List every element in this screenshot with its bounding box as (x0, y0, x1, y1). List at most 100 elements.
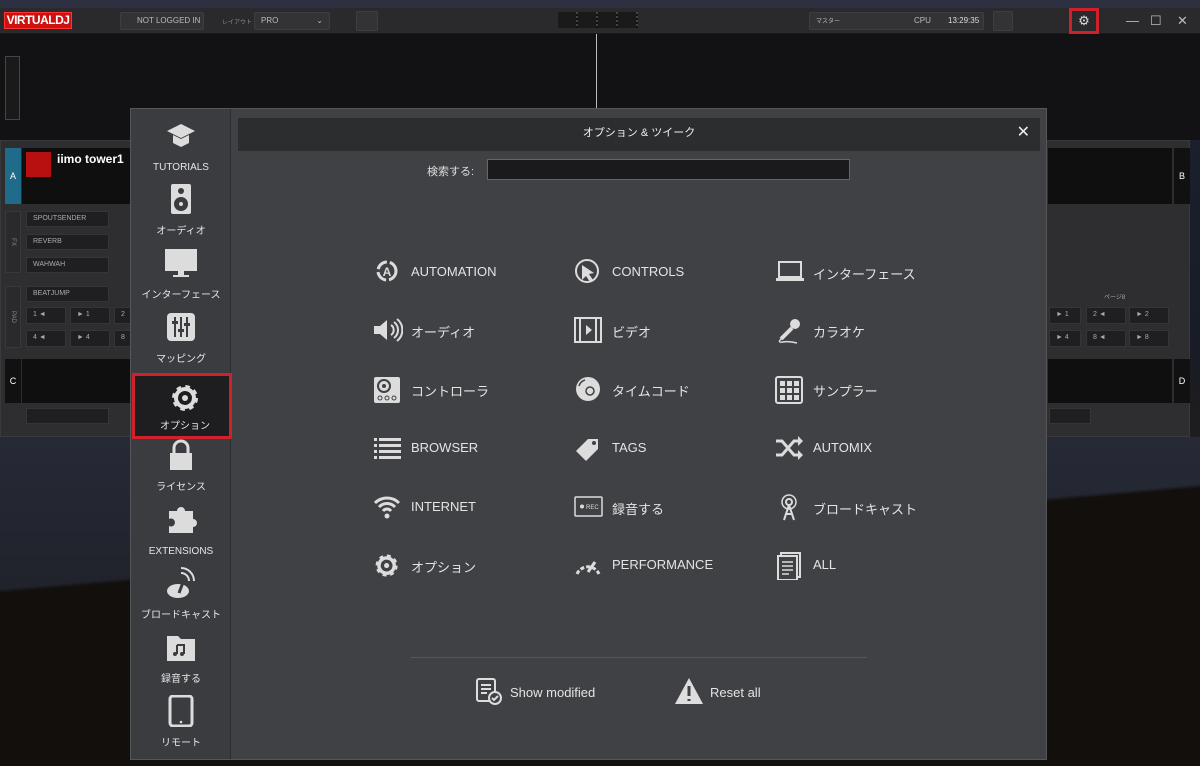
sidebar-item-gear[interactable]: オプション (132, 373, 232, 439)
tag-icon (576, 439, 598, 461)
category-rec[interactable]: REC 録音する (574, 494, 764, 518)
zoom-slider[interactable] (5, 56, 20, 120)
category-antenna[interactable]: ブロードキャスト (775, 494, 965, 521)
sidebar-item-label: マッピング (156, 354, 206, 365)
fx-select[interactable]: WAHWAH (26, 257, 109, 273)
category-label: タイムコード (612, 384, 690, 399)
pad-side-panel[interactable]: PAD (5, 286, 21, 348)
automation-icon: A (376, 260, 398, 282)
settings-button[interactable]: ⚙ (1069, 8, 1099, 34)
pad-button[interactable]: 2 ◄ (1086, 307, 1126, 324)
close-icon[interactable]: ✕ (1017, 118, 1030, 148)
pad-button[interactable]: ► 2 (1129, 307, 1169, 324)
broadcast-icon (167, 567, 195, 598)
history-button[interactable] (993, 11, 1013, 31)
category-microphone[interactable]: カラオケ (775, 317, 965, 344)
sidebar-item-graduation-cap[interactable]: TUTORIALS (131, 113, 231, 177)
login-button[interactable]: NOT LOGGED IN (120, 12, 204, 30)
divider (411, 657, 867, 658)
category-label: カラオケ (813, 325, 866, 340)
pad-button[interactable]: ► 1 (70, 307, 110, 324)
deck-b-info (1048, 148, 1172, 204)
category-documents[interactable]: ALL (775, 552, 965, 580)
maximize-button[interactable]: ☐ (1150, 13, 1162, 29)
login-label: NOT LOGGED IN (137, 16, 201, 25)
pad-button[interactable]: 1 ◄ (26, 307, 66, 324)
pad-button[interactable]: 2 (114, 307, 131, 324)
show-modified-label: Show modified (510, 685, 596, 700)
category-laptop[interactable]: インターフェース (775, 259, 965, 283)
minimize-button[interactable]: — (1126, 13, 1139, 28)
sidebar-item-speaker[interactable]: オーディオ (131, 177, 231, 241)
category-gauge[interactable]: PERFORMANCE (574, 552, 764, 576)
deck-c-select[interactable] (26, 408, 109, 424)
sidebar-item-label: ライセンス (156, 482, 206, 493)
sidebar-item-music-folder[interactable]: 録音する (131, 625, 231, 689)
pad-button[interactable]: 4 ◄ (26, 330, 66, 347)
category-label: サンプラー (813, 384, 878, 399)
category-wifi[interactable]: INTERNET (373, 494, 563, 519)
category-label: コントローラ (411, 384, 490, 399)
category-tag[interactable]: TAGS (574, 435, 764, 461)
layout-label: レイアウト (222, 20, 253, 26)
layout-value: PRO (261, 16, 279, 25)
category-label: インターフェース (813, 267, 916, 282)
search-input[interactable] (487, 159, 850, 180)
category-gear[interactable]: オプション (373, 552, 563, 577)
cube-button[interactable] (356, 11, 378, 31)
category-film[interactable]: ビデオ (574, 317, 764, 343)
category-shuffle[interactable]: AUTOMIX (775, 435, 965, 460)
pad-button[interactable]: 8 (114, 330, 131, 347)
category-label: ALL (813, 557, 837, 572)
pad-button[interactable]: ► 1 (1049, 307, 1081, 324)
category-pad-grid[interactable]: サンプラー (775, 376, 965, 404)
tablet-icon (168, 695, 194, 727)
category-turntable[interactable]: コントローラ (373, 376, 563, 403)
category-label: オーディオ (411, 325, 476, 340)
layout-select[interactable]: PRO ⌄ (254, 12, 330, 30)
list-icon (374, 438, 401, 459)
pad-button[interactable]: ► 4 (1049, 330, 1081, 347)
pad-button[interactable]: ► 8 (1129, 330, 1169, 347)
sidebar-item-lock[interactable]: ライセンス (131, 433, 231, 497)
chevron-down-icon: ⌄ (316, 16, 323, 25)
fx-select[interactable]: REVERB (26, 234, 109, 250)
sidebar-item-label: インターフェース (141, 290, 221, 301)
category-label: PERFORMANCE (612, 557, 714, 572)
sidebar-item-monitor[interactable]: インターフェース (131, 241, 231, 305)
fx-side-panel[interactable]: FX (5, 211, 21, 273)
reset-all-button[interactable]: Reset all (674, 677, 761, 707)
layout-switcher[interactable] (558, 12, 638, 28)
category-disc[interactable]: タイムコード (574, 376, 764, 401)
deck-b-label[interactable]: B (1174, 148, 1190, 204)
master-label: マスター (816, 19, 841, 25)
film-icon (574, 317, 602, 343)
sidebar-item-tablet[interactable]: リモート (131, 689, 231, 753)
category-cursor[interactable]: CONTROLS (574, 259, 764, 283)
category-list[interactable]: BROWSER (373, 435, 563, 459)
close-window-button[interactable]: ✕ (1177, 13, 1188, 29)
turntable-icon (374, 377, 400, 403)
sidebar-item-puzzle[interactable]: EXTENSIONS (131, 497, 231, 561)
dialog-title: オプション & ツイーク (582, 127, 696, 139)
show-modified-button[interactable]: Show modified (474, 677, 595, 707)
svg-text:A: A (383, 265, 392, 279)
category-label: AUTOMATION (411, 264, 497, 279)
music-folder-icon (167, 636, 195, 661)
deck-c-label[interactable]: C (5, 359, 21, 403)
top-bar: VIRTUALDJ NOT LOGGED IN レイアウト PRO ⌄ マスター C… (0, 8, 1200, 34)
category-volume[interactable]: オーディオ (373, 317, 563, 342)
category-automation[interactable]: A AUTOMATION (373, 259, 563, 283)
options-dialog: TUTORIALS オーディオ インターフェース マッピング オプション ライセンス EXT… (130, 108, 1047, 760)
fx-select[interactable]: SPOUTSENDER (26, 211, 109, 227)
svg-text:REC: REC (586, 505, 599, 511)
pad-button[interactable]: ► 4 (70, 330, 110, 347)
deck-a-label[interactable]: A (5, 148, 21, 204)
deck-d-select[interactable] (1049, 408, 1091, 424)
sidebar-item-broadcast[interactable]: ブロードキャスト (131, 561, 231, 625)
pad-button[interactable]: 8 ◄ (1086, 330, 1126, 347)
sidebar-item-label: ブロードキャスト (141, 610, 221, 621)
sidebar-item-sliders[interactable]: マッピング (131, 305, 231, 369)
deck-d-label[interactable]: D (1174, 359, 1190, 403)
pad-mode-select[interactable]: BEATJUMP (26, 286, 109, 302)
